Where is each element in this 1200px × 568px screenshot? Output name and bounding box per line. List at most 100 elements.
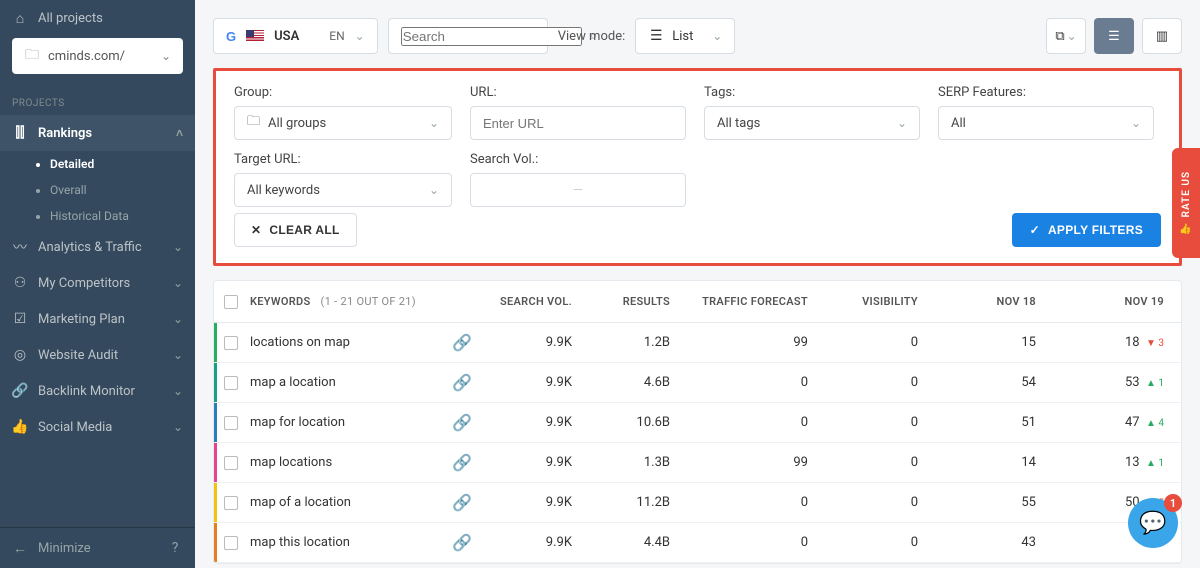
sidebar-sub-detailed[interactable]: Detailed [0, 151, 195, 177]
date2-cell: 18 ▼ 3 [1052, 335, 1180, 350]
row-checkbox[interactable] [224, 496, 238, 510]
traffic-cell: 99 [686, 335, 824, 350]
row-checkbox[interactable] [224, 376, 238, 390]
traffic-cell: 99 [686, 455, 824, 470]
link-icon[interactable]: 🔗 [452, 413, 472, 432]
results-cell: 11.2B [588, 495, 686, 510]
chevron-down-icon: ⌄ [173, 348, 183, 362]
row-checkbox[interactable] [224, 336, 238, 350]
visibility-cell: 0 [824, 335, 934, 350]
sidebar-sub-overall[interactable]: Overall [0, 177, 195, 203]
serp-select[interactable]: All⌄ [938, 106, 1154, 140]
target-url-label: Target URL: [234, 152, 452, 167]
keyword-cell: map of a location [250, 495, 351, 510]
chat-icon: 💬 [1139, 511, 1166, 536]
keyword-cell: locations on map [250, 335, 350, 350]
sidebar-item-rankings[interactable]: ⫿⫿Rankings ˄ [0, 115, 195, 151]
row-checkbox[interactable] [224, 456, 238, 470]
copy-icon: ⧉ [1055, 29, 1064, 44]
search-vol-cell: 9.9K [484, 495, 588, 510]
table-row: locations on map 🔗 9.9K 1.2B 99 0 15 18 … [214, 323, 1181, 363]
url-input[interactable] [483, 116, 673, 131]
chevron-down-icon: ⌄ [173, 384, 183, 398]
thumbs-up-icon: 👍 [12, 419, 28, 435]
traffic-cell: 0 [686, 495, 824, 510]
clear-all-button[interactable]: ✕ CLEAR ALL [234, 213, 357, 247]
select-all-checkbox[interactable] [224, 295, 238, 309]
rate-us-tab[interactable]: RATE US 👍 [1172, 148, 1200, 258]
sidebar-item-audit[interactable]: ◎Website Audit⌄ [0, 337, 195, 373]
chevron-down-icon: ⌄ [173, 240, 183, 254]
arrow-left-icon: ← [12, 540, 28, 556]
chat-fab[interactable]: 💬 1 [1128, 498, 1178, 548]
sidebar-item-backlink[interactable]: 🔗Backlink Monitor⌄ [0, 373, 195, 409]
minimize-button[interactable]: ← Minimize [12, 540, 91, 556]
all-projects-label: All projects [38, 11, 103, 26]
project-name: cminds.com/ [48, 49, 125, 64]
country-selector[interactable]: G USA EN ⌄ [213, 18, 378, 54]
search-vol-cell: 9.9K [484, 455, 588, 470]
chevron-down-icon: ⌄ [173, 312, 183, 326]
link-icon[interactable]: 🔗 [452, 533, 472, 552]
date2-cell: 13 ▲ 1 [1052, 455, 1180, 470]
sidebar-item-competitors[interactable]: ⚇My Competitors⌄ [0, 265, 195, 301]
pulse-icon: 〰 [12, 239, 28, 255]
sidebar-item-marketing[interactable]: ☑Marketing Plan⌄ [0, 301, 195, 337]
search-box[interactable]: ⌕ [388, 18, 548, 54]
date2-cell: 53 ▲ 1 [1052, 375, 1180, 390]
search-input[interactable] [401, 27, 582, 46]
table-row: map a location 🔗 9.9K 4.6B 0 0 54 53 ▲ 1 [214, 363, 1181, 403]
bars-icon: ⫿⫿ [12, 125, 28, 141]
keyword-cell: map for location [250, 415, 345, 430]
visibility-cell: 0 [824, 495, 934, 510]
sidebar-item-analytics[interactable]: 〰Analytics & Traffic⌄ [0, 229, 195, 265]
group-label: Group: [234, 85, 452, 100]
row-checkbox[interactable] [224, 536, 238, 550]
chevron-down-icon: ⌄ [1131, 116, 1141, 130]
date1-cell: 51 [934, 415, 1052, 430]
apply-filters-button[interactable]: ✓ APPLY FILTERS [1012, 213, 1161, 247]
tags-select[interactable]: All tags⌄ [704, 106, 920, 140]
copy-button[interactable]: ⧉⌄ [1046, 18, 1086, 54]
help-icon[interactable]: ? [167, 540, 183, 556]
close-icon: ✕ [251, 223, 261, 237]
list-check-icon: ☑ [12, 311, 28, 327]
link-icon[interactable]: 🔗 [452, 333, 472, 352]
keywords-table: KEYWORDS (1 - 21 OUT OF 21) SEARCH VOL. … [213, 280, 1182, 564]
search-vol-cell: 9.9K [484, 375, 588, 390]
all-projects-link[interactable]: ⌂ All projects [12, 10, 183, 26]
chevron-down-icon: ⌄ [712, 29, 722, 43]
traffic-cell: 0 [686, 375, 824, 390]
viewmode-selector[interactable]: ☰ List ⌄ [635, 18, 735, 54]
table-row: map for location 🔗 9.9K 10.6B 0 0 51 47 … [214, 403, 1181, 443]
date1-cell: 43 [934, 535, 1052, 550]
link-icon[interactable]: 🔗 [452, 453, 472, 472]
visibility-cell: 0 [824, 455, 934, 470]
search-vol-range[interactable]: — [470, 173, 686, 207]
sidebar-sub-historical[interactable]: Historical Data [0, 203, 195, 229]
filter-view-button[interactable]: ☰ [1094, 18, 1134, 54]
link-icon[interactable]: 🔗 [452, 373, 472, 392]
results-cell: 10.6B [588, 415, 686, 430]
table-row: map locations 🔗 9.9K 1.3B 99 0 14 13 ▲ 1 [214, 443, 1181, 483]
target-url-select[interactable]: All keywords⌄ [234, 173, 452, 207]
traffic-cell: 0 [686, 535, 824, 550]
keyword-cell: map this location [250, 535, 350, 550]
keyword-cell: map a location [250, 375, 336, 390]
date1-cell: 14 [934, 455, 1052, 470]
chevron-up-icon: ˄ [176, 126, 183, 140]
keyword-cell: map locations [250, 455, 332, 470]
link-icon[interactable]: 🔗 [452, 493, 472, 512]
group-select[interactable]: 🗀All groups ⌄ [234, 106, 452, 140]
home-icon: ⌂ [12, 10, 28, 26]
visibility-cell: 0 [824, 375, 934, 390]
list-icon: ☰ [648, 28, 664, 44]
thumbs-up-icon: 👍 [1179, 224, 1192, 235]
columns-button[interactable]: ▥ [1142, 18, 1182, 54]
project-selector[interactable]: 🗀 cminds.com/ ⌄ [12, 38, 183, 74]
row-checkbox[interactable] [224, 416, 238, 430]
chevron-down-icon: ⌄ [1067, 29, 1077, 43]
search-vol-label: Search Vol.: [470, 152, 686, 167]
tags-label: Tags: [704, 85, 920, 100]
sidebar-item-social[interactable]: 👍Social Media⌄ [0, 409, 195, 445]
